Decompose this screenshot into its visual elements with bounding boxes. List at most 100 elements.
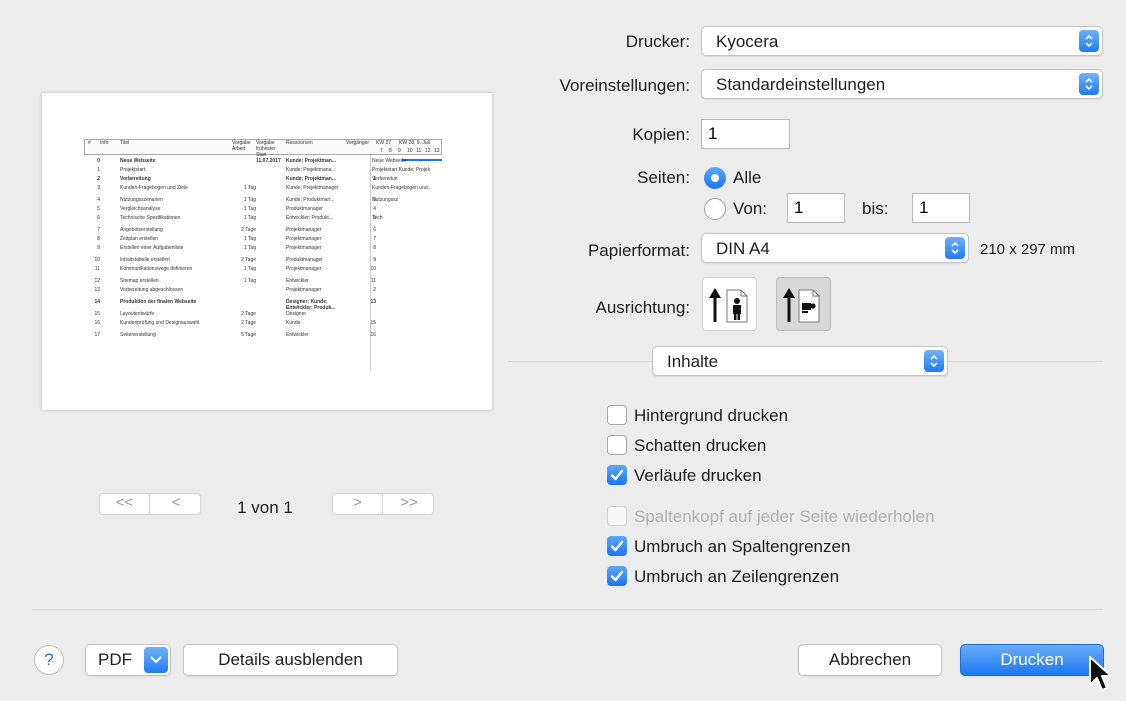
last-page-button[interactable]: >> xyxy=(384,494,434,514)
gantt-cell: 4 xyxy=(373,206,376,212)
gantt-cell: 1 Tag xyxy=(243,185,256,191)
gantt-cell: 16 xyxy=(94,320,100,326)
printer-popup[interactable]: Kyocera xyxy=(701,26,1103,56)
gantt-cell: 7 xyxy=(373,236,376,242)
gantt-cell: Seitenerstellung xyxy=(120,332,156,338)
paper-size-value: DIN A4 xyxy=(716,239,770,258)
gantt-cell: 1 Tag xyxy=(243,206,256,212)
hide-details-button[interactable]: Details ausblenden xyxy=(183,644,398,676)
gantt-bar-label: Projektstart Kunde; Projek xyxy=(372,167,431,173)
chevron-updown-icon xyxy=(945,237,965,259)
gantt-cell: Produktmanager xyxy=(286,257,323,263)
gantt-day-label: 10 xyxy=(407,148,413,154)
option-checkbox[interactable] xyxy=(607,536,627,556)
gantt-cell: Entwickler xyxy=(286,278,309,284)
landscape-orientation-button[interactable] xyxy=(776,277,831,331)
pages-all-radio[interactable] xyxy=(704,167,726,189)
gantt-bar-label: Kunden-Fragebogen und... xyxy=(372,185,432,191)
gantt-cell: 11 xyxy=(370,278,376,284)
gantt-preview: # Info Titel Vorgabe Arbeit Vorgabe früheste… xyxy=(84,139,442,371)
pages-from-field[interactable] xyxy=(787,193,845,223)
gantt-cell: Kunde; Projektmana... xyxy=(286,167,336,173)
pages-from-radio[interactable] xyxy=(704,198,726,220)
gantt-header-cell: Ressourcen xyxy=(286,140,313,146)
gantt-day-label: 7 xyxy=(380,148,383,154)
gantt-bar-label: Tech xyxy=(372,215,383,221)
checkmark-icon xyxy=(610,570,624,582)
printer-value: Kyocera xyxy=(716,32,779,51)
option-checkbox[interactable] xyxy=(607,465,627,485)
gantt-cell: Kunde; Projektman... xyxy=(286,176,337,182)
gantt-cell: Projektstart xyxy=(120,167,146,173)
portrait-orientation-button[interactable] xyxy=(702,277,757,331)
gantt-cell: Vergleichsanalyse xyxy=(120,206,161,212)
option-checkbox[interactable] xyxy=(607,435,627,455)
help-button[interactable]: ? xyxy=(34,645,64,675)
gantt-cell: Produktmanager xyxy=(286,206,323,212)
pages-to-label: bis: xyxy=(862,199,889,218)
gantt-cell: 9 xyxy=(97,245,100,251)
mouse-pointer-icon xyxy=(1089,656,1112,691)
gantt-cell: Layoutentwürfe xyxy=(120,311,155,317)
presets-popup[interactable]: Standardeinstellungen xyxy=(701,69,1103,99)
gantt-cell: 5 xyxy=(97,206,100,212)
gantt-cell: Entwickler xyxy=(286,332,309,338)
option-label: Umbruch an Spaltengrenzen xyxy=(634,537,851,556)
gantt-cell: 3 xyxy=(97,185,100,191)
gantt-cell: Projektmanager xyxy=(286,266,322,272)
copies-field[interactable] xyxy=(701,119,790,149)
gantt-cell: 2 Tage xyxy=(241,311,256,317)
gantt-cell: 0 xyxy=(97,158,100,164)
page-counter: 1 von 1 xyxy=(237,498,293,517)
gantt-cell: 14 xyxy=(94,299,100,305)
pages-to-field[interactable] xyxy=(912,193,970,223)
gantt-cell: 15 xyxy=(94,311,100,317)
gantt-cell: 9 xyxy=(373,257,376,263)
gantt-cell: 13 xyxy=(370,299,376,305)
gantt-cell: Produktion der finalen Webseite xyxy=(120,299,197,305)
page-preview: # Info Titel Vorgabe Arbeit Vorgabe früheste… xyxy=(42,93,492,410)
orientation-label: Ausrichtung: xyxy=(595,298,691,317)
chevron-updown-icon xyxy=(1079,73,1099,95)
pdf-menu-button[interactable]: PDF xyxy=(85,644,171,676)
paper-size-popup[interactable]: DIN A4 xyxy=(701,233,969,263)
gantt-cell: 2 xyxy=(373,287,376,293)
gantt-cell: 1 Tag xyxy=(243,236,256,242)
option-checkbox[interactable] xyxy=(607,506,627,526)
gantt-cell: 7 xyxy=(97,227,100,233)
gantt-cell: Sitemap erstellen xyxy=(120,278,159,284)
gantt-cell: 1 Tag xyxy=(243,278,256,284)
pages-label: Seiten: xyxy=(637,168,690,187)
pdf-label: PDF xyxy=(98,650,132,669)
checkmark-icon xyxy=(610,469,624,481)
option-label: Spaltenkopf auf jeder Seite wiederholen xyxy=(634,507,935,526)
gantt-cell: 12 xyxy=(94,278,100,284)
first-page-button[interactable]: << xyxy=(100,494,150,514)
gantt-cell: 6 xyxy=(373,227,376,233)
gantt-cell: 2 xyxy=(97,176,100,182)
gantt-bar-label: Nutzungssz xyxy=(372,197,399,203)
paper-dimensions: 210 x 297 mm xyxy=(980,241,1076,258)
gantt-day-label: 11 xyxy=(416,148,422,154)
checkmark-icon xyxy=(610,540,624,552)
option-checkbox[interactable] xyxy=(607,405,627,425)
gantt-cell: Kunde xyxy=(286,320,301,326)
gantt-cell: Neue Webseite xyxy=(120,158,156,164)
previous-page-button[interactable]: < xyxy=(151,494,201,514)
next-page-button[interactable]: > xyxy=(333,494,383,514)
gantt-cell: Vorbereitung xyxy=(120,176,151,182)
gantt-bar-label: Vorbereitun xyxy=(372,176,398,182)
chevron-down-icon xyxy=(144,647,168,673)
gantt-cell: 17 xyxy=(94,332,100,338)
option-checkbox[interactable] xyxy=(607,566,627,586)
gantt-header-cell: Vorgänger xyxy=(346,140,370,146)
printer-label: Drucker: xyxy=(625,32,690,51)
print-button[interactable]: Drucken xyxy=(960,644,1104,676)
gantt-header-cell: Titel xyxy=(120,140,130,146)
section-popup[interactable]: Inhalte xyxy=(652,346,948,376)
option-label: Verläufe drucken xyxy=(634,466,762,485)
gantt-cell: Designer; Kunde; Entwickler; Produk... xyxy=(286,299,336,311)
gantt-cell: Technische Spezifikationen xyxy=(120,215,181,221)
cancel-button[interactable]: Abbrechen xyxy=(798,644,942,676)
footer-separator xyxy=(32,609,1103,610)
